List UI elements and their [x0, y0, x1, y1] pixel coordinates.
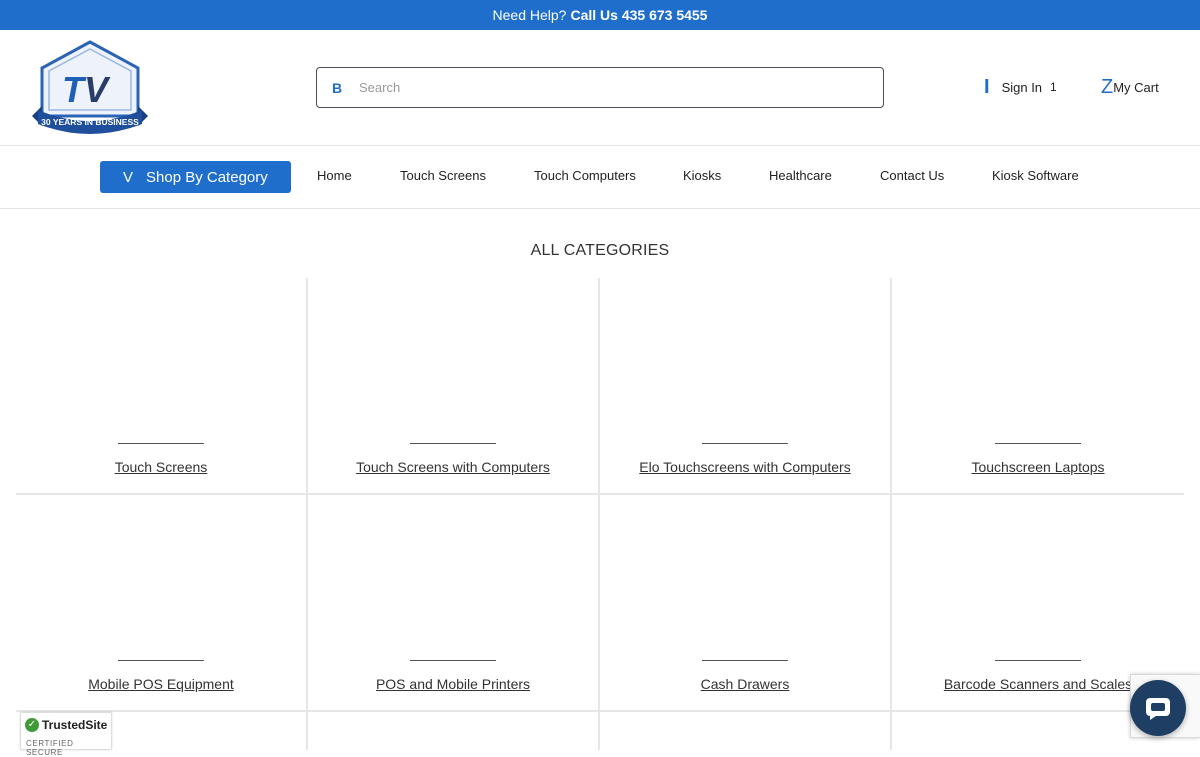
main-nav: V Shop By Category Home Touch Screens To…: [0, 146, 1200, 209]
page-title: ALL CATEGORIES: [530, 242, 670, 259]
sign-in-count: 1: [1050, 80, 1057, 94]
sign-in-label: Sign In: [1001, 79, 1043, 95]
divider: [702, 443, 788, 444]
search-box[interactable]: B: [316, 67, 884, 108]
checkmark-icon: ✓: [25, 718, 39, 732]
chevron-down-icon: V: [123, 168, 134, 186]
category-card[interactable]: Touch Screens: [16, 278, 308, 495]
category-link[interactable]: Elo Touchscreens with Computers: [600, 459, 890, 475]
logo-tagline: 30 YEARS IN BUSINESS: [41, 117, 139, 127]
chat-button[interactable]: [1130, 680, 1186, 736]
account-icon: I: [984, 76, 990, 98]
trustedsite-badge[interactable]: ✓ TrustedSite CERTIFIED SECURE: [20, 712, 112, 757]
category-link[interactable]: Touch Screens with Computers: [308, 459, 598, 475]
search-input[interactable]: [357, 69, 883, 106]
help-bar: Need Help? Call Us 435 673 5455: [0, 0, 1200, 30]
divider: [702, 660, 788, 661]
nav-link-kiosk-software[interactable]: Kiosk Software: [992, 168, 1079, 183]
category-card[interactable]: Touchscreen Laptops: [892, 278, 1184, 495]
site-logo[interactable]: T V 30 YEARS IN BUSINESS: [32, 40, 148, 134]
divider: [118, 660, 204, 661]
trustedsite-subtitle: CERTIFIED SECURE: [26, 739, 74, 757]
svg-text:V: V: [84, 69, 111, 110]
category-link[interactable]: Mobile POS Equipment: [16, 676, 306, 692]
category-card[interactable]: Cash Drawers: [600, 495, 892, 712]
nav-link-home[interactable]: Home: [317, 168, 352, 183]
divider: [410, 443, 496, 444]
nav-link-healthcare[interactable]: Healthcare: [769, 168, 832, 183]
category-card[interactable]: [308, 712, 600, 750]
category-link[interactable]: Cash Drawers: [600, 676, 890, 692]
trustedsite-title: TrustedSite: [42, 718, 108, 732]
category-card[interactable]: Mobile POS Equipment: [16, 495, 308, 712]
my-cart-link[interactable]: Z My Cart: [1101, 76, 1159, 98]
category-link[interactable]: Touchscreen Laptops: [892, 459, 1184, 475]
category-card[interactable]: Elo Touchscreens with Computers: [600, 278, 892, 495]
category-grid: Touch Screens Touch Screens with Compute…: [16, 278, 1184, 750]
nav-link-kiosks[interactable]: Kiosks: [683, 168, 721, 183]
sign-in-link[interactable]: I Sign In 1: [984, 76, 1057, 98]
search-icon[interactable]: B: [317, 80, 357, 96]
category-card[interactable]: [600, 712, 892, 750]
chat-bubble-icon: [1146, 698, 1170, 720]
category-card[interactable]: POS and Mobile Printers: [308, 495, 600, 712]
category-link[interactable]: POS and Mobile Printers: [308, 676, 598, 692]
category-link[interactable]: Touch Screens: [16, 459, 306, 475]
divider: [995, 660, 1081, 661]
divider: [118, 443, 204, 444]
nav-link-contact-us[interactable]: Contact Us: [880, 168, 944, 183]
shop-by-category-label: Shop By Category: [146, 168, 268, 186]
category-card[interactable]: Touch Screens with Computers: [308, 278, 600, 495]
nav-link-touch-computers[interactable]: Touch Computers: [534, 168, 636, 183]
logo-emblem-icon: T V 30 YEARS IN BUSINESS: [32, 40, 148, 134]
shop-by-category-button[interactable]: V Shop By Category: [100, 161, 291, 193]
divider: [410, 660, 496, 661]
my-cart-label: My Cart: [1113, 79, 1159, 95]
site-header: T V 30 YEARS IN BUSINESS B I Sign In 1 Z…: [0, 30, 1200, 146]
help-text: Need Help?: [492, 7, 567, 23]
phone-link[interactable]: Call Us 435 673 5455: [570, 7, 707, 23]
divider: [995, 443, 1081, 444]
nav-link-touch-screens[interactable]: Touch Screens: [400, 168, 486, 183]
cart-icon: Z: [1101, 76, 1114, 98]
